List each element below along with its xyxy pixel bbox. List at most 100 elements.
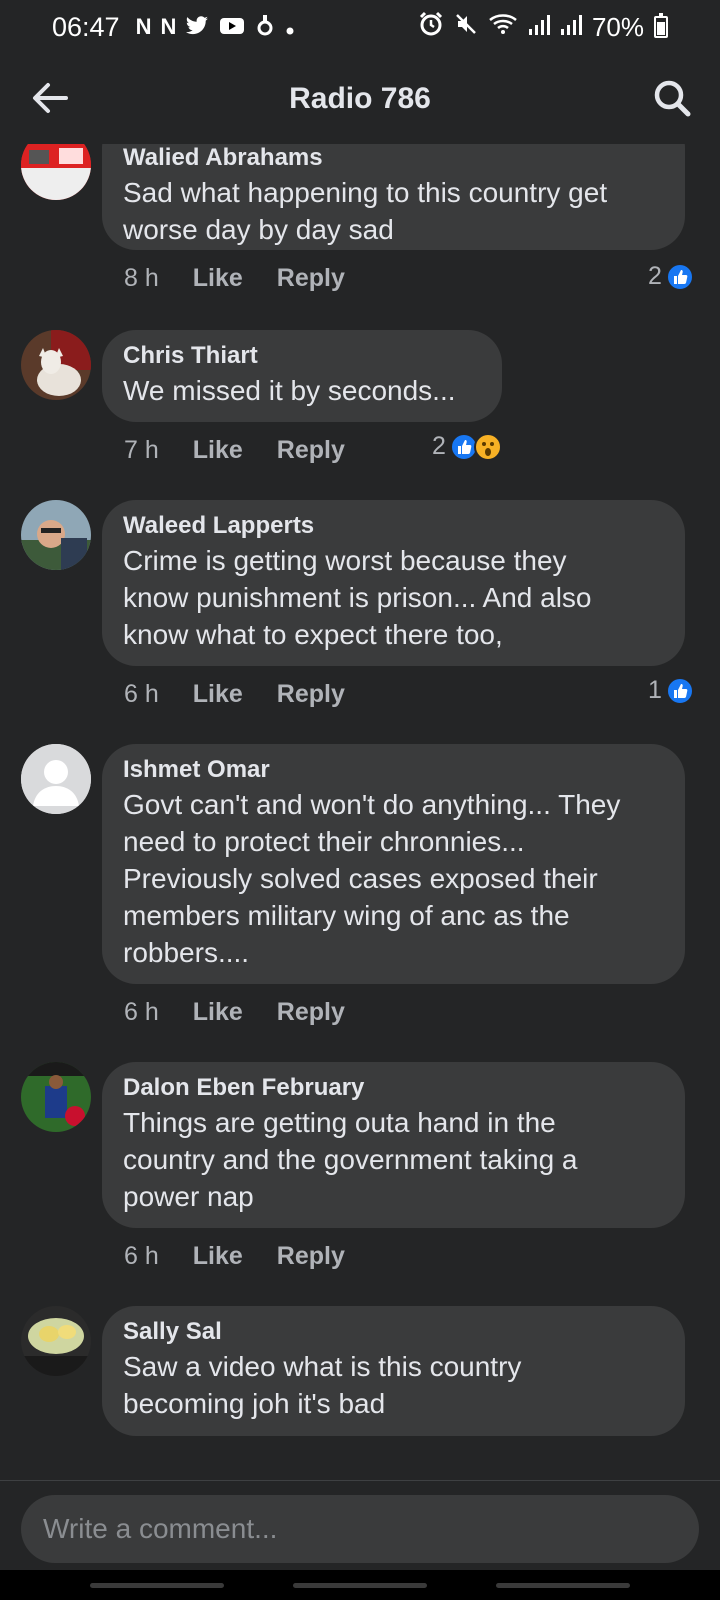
comment-text-line: know what to expect there too, <box>123 619 503 650</box>
avatar[interactable] <box>21 1062 91 1132</box>
default-profile-icon <box>21 744 91 814</box>
comment-bubble[interactable]: Sally Sal Saw a video what is this count… <box>102 1306 685 1436</box>
search-icon <box>654 80 691 117</box>
nav-back-handle[interactable] <box>496 1583 630 1588</box>
comment: Dalon Eben February Things are getting o… <box>0 1062 720 1282</box>
reactions[interactable]: 1 <box>648 676 694 705</box>
reply-button[interactable]: Reply <box>277 1242 345 1271</box>
comment-text-line: Things are getting outa hand in the <box>123 1107 556 1138</box>
like-reaction-icon <box>665 676 694 705</box>
avatar[interactable] <box>21 144 91 200</box>
comment: Chris Thiart We missed it by seconds... … <box>0 330 720 480</box>
mute-icon <box>454 12 478 43</box>
reply-button[interactable]: Reply <box>277 436 345 465</box>
comment-text-line: country and the government taking a <box>123 1144 578 1175</box>
wow-reaction-icon <box>473 432 502 461</box>
comment-actions: 8 h Like Reply <box>124 264 345 293</box>
comment-actions: 6 h Like Reply <box>124 680 345 709</box>
avatar[interactable] <box>21 500 91 570</box>
status-left: 06:47 N N <box>52 12 295 43</box>
reaction-count: 1 <box>648 676 662 704</box>
twitter-icon <box>185 12 209 43</box>
screen: 06:47 N N 70% Radio 786 Walied Abrahams … <box>0 0 720 1600</box>
notification-n-icon: N <box>135 14 152 39</box>
comment-author[interactable]: Waleed Lapperts <box>123 510 665 542</box>
notification-n-icon: N <box>160 14 176 39</box>
comment-input[interactable] <box>43 1513 699 1545</box>
comment-time: 7 h <box>124 436 159 464</box>
app-notification-icon <box>255 12 275 43</box>
comment-text-line: Previously solved cases exposed their <box>123 863 598 894</box>
battery-percentage: 70% <box>591 11 644 42</box>
avatar[interactable] <box>21 330 91 400</box>
alarm-icon <box>418 11 444 44</box>
reactions[interactable]: 2 <box>648 262 694 291</box>
comment-text-line: need to protect their chronnies... <box>123 826 525 857</box>
youtube-icon <box>219 12 245 43</box>
comment-actions: 6 h Like Reply <box>124 1242 345 1271</box>
nav-home-handle[interactable] <box>293 1583 427 1588</box>
status-right: 70% <box>418 11 668 44</box>
comment: Walied Abrahams Sad what happening to th… <box>0 144 720 292</box>
reaction-count: 2 <box>432 432 446 460</box>
comment-text-line: know punishment is prison... And also <box>123 582 592 613</box>
avatar[interactable] <box>21 1306 91 1376</box>
comment-bubble[interactable]: Chris Thiart We missed it by seconds... <box>102 330 502 422</box>
comment-time: 6 h <box>124 680 159 708</box>
like-button[interactable]: Like <box>193 1242 243 1271</box>
comment-bubble[interactable]: Dalon Eben February Things are getting o… <box>102 1062 685 1228</box>
like-button[interactable]: Like <box>193 998 243 1027</box>
comment-composer[interactable] <box>21 1495 699 1563</box>
comment-text-line: becoming joh it's bad <box>123 1388 386 1419</box>
like-button[interactable]: Like <box>193 436 243 465</box>
like-button[interactable]: Like <box>193 264 243 293</box>
comment-text-line: worse day by day sad <box>123 214 394 245</box>
comment-author[interactable]: Sally Sal <box>123 1316 665 1348</box>
comment-bubble[interactable]: Ishmet Omar Govt can't and won't do anyt… <box>102 744 685 984</box>
comment-time: 8 h <box>124 264 159 292</box>
more-notifications-dot-icon <box>285 12 295 43</box>
comment-actions: 7 h Like Reply <box>124 436 345 465</box>
wifi-icon <box>488 12 518 43</box>
back-arrow-icon <box>33 83 68 113</box>
avatar[interactable] <box>21 744 91 814</box>
comment-text-line: power nap <box>123 1181 254 1212</box>
search-button[interactable] <box>650 76 694 120</box>
comment: Ishmet Omar Govt can't and won't do anyt… <box>0 744 720 1044</box>
comment-time: 6 h <box>124 1242 159 1270</box>
reply-button[interactable]: Reply <box>277 998 345 1027</box>
back-button[interactable] <box>28 76 72 120</box>
like-reaction-icon <box>665 262 694 291</box>
comment-composer-bar <box>0 1480 720 1570</box>
comment: Sally Sal Saw a video what is this count… <box>0 1306 720 1480</box>
comment-author[interactable]: Walied Abrahams <box>123 144 665 174</box>
nav-recents-handle[interactable] <box>90 1583 224 1588</box>
like-button[interactable]: Like <box>193 680 243 709</box>
comment: Waleed Lapperts Crime is getting worst b… <box>0 500 720 720</box>
comment-text-line: Crime is getting worst because they <box>123 545 567 576</box>
comment-text-line: Sad what happening to this country get <box>123 177 608 208</box>
comment-text-line: Saw a video what is this country <box>123 1351 522 1382</box>
battery-icon <box>654 13 668 38</box>
comment-time: 6 h <box>124 998 159 1026</box>
signal-icon <box>528 12 550 43</box>
comment-actions: 6 h Like Reply <box>124 998 345 1027</box>
comment-text-line: members military wing of anc as the <box>123 900 570 931</box>
comment-author[interactable]: Ishmet Omar <box>123 754 665 786</box>
comment-text-line: robbers.... <box>123 937 250 968</box>
app-header: Radio 786 <box>0 54 720 144</box>
status-bar: 06:47 N N 70% <box>0 0 720 54</box>
reply-button[interactable]: Reply <box>277 264 345 293</box>
comment-author[interactable]: Chris Thiart <box>123 340 482 372</box>
comment-bubble[interactable]: Walied Abrahams Sad what happening to th… <box>102 144 685 250</box>
page-title: Radio 786 <box>289 82 431 115</box>
comment-author[interactable]: Dalon Eben February <box>123 1072 665 1104</box>
comment-text-line: Govt can't and won't do anything... They <box>123 789 621 820</box>
comment-bubble[interactable]: Waleed Lapperts Crime is getting worst b… <box>102 500 685 666</box>
reaction-count: 2 <box>648 262 662 290</box>
reactions[interactable]: 2 <box>432 432 502 461</box>
comments-list: Walied Abrahams Sad what happening to th… <box>0 144 720 1480</box>
reply-button[interactable]: Reply <box>277 680 345 709</box>
comment-text-line: We missed it by seconds... <box>123 375 456 406</box>
system-nav-bar <box>0 1570 720 1600</box>
